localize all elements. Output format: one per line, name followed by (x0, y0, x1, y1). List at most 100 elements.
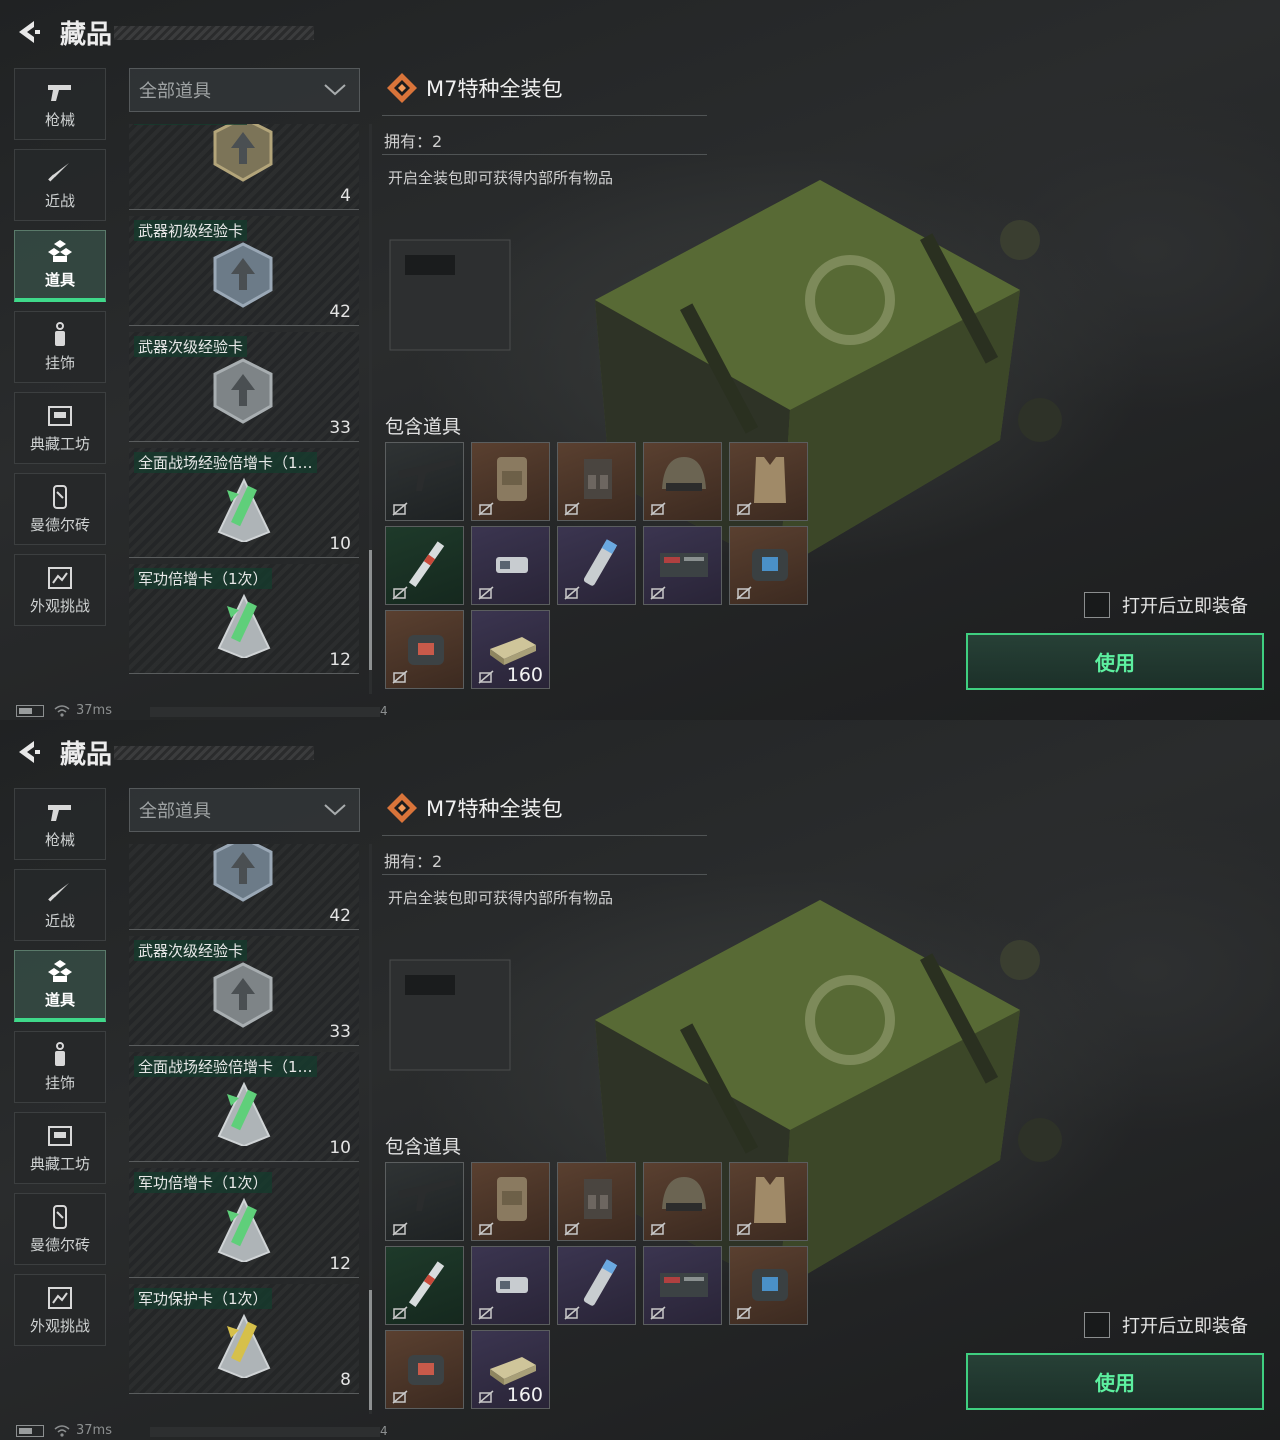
flashlight-icon (568, 1255, 628, 1311)
item-card[interactable]: 全面战场经验倍增卡（1… 10 (129, 1052, 359, 1162)
back-arrow-icon[interactable] (14, 738, 42, 766)
content-slot[interactable]: 160 (471, 1330, 550, 1409)
status-bar: 37ms (16, 703, 112, 718)
battery-icon (16, 1424, 44, 1437)
nav-item-mandel-brick[interactable]: 曼德尔砖 (14, 473, 106, 545)
content-slot[interactable] (471, 526, 550, 605)
nav-item-label: 曼德尔砖 (29, 1235, 90, 1254)
nav-item-label: 挂饰 (44, 353, 75, 372)
back-arrow-icon[interactable] (14, 18, 42, 46)
boost-card-icon (209, 1192, 277, 1264)
scrollbar-thumb[interactable] (369, 1290, 372, 1410)
nav-item-knife[interactable]: 近战 (14, 149, 106, 221)
nav-item-workshop[interactable]: 典藏工坊 (14, 392, 106, 464)
nav-item-mandel-brick[interactable]: 曼德尔砖 (14, 1193, 106, 1265)
content-slot[interactable]: 160 (471, 610, 550, 689)
item-card-count: 12 (329, 1254, 351, 1274)
unbound-icon (736, 585, 752, 600)
auto-equip-toggle[interactable]: 打开后立即装备 (1084, 1312, 1248, 1338)
appearance-challenge-icon (45, 1285, 75, 1311)
item-card[interactable]: 武器初级经验卡 42 (129, 216, 359, 326)
item-card-count: 12 (329, 650, 351, 670)
nav-item-appearance-challenge[interactable]: 外观挑战 (14, 1274, 106, 1346)
exp-card-icon (209, 124, 277, 184)
content-slot[interactable] (471, 442, 550, 521)
pistol-icon (45, 799, 75, 825)
content-slot[interactable] (643, 1246, 722, 1325)
workshop-icon (45, 1123, 75, 1149)
list-scrollbar[interactable] (369, 124, 372, 694)
unbound-icon (478, 1389, 494, 1404)
unbound-icon (478, 585, 494, 600)
use-button[interactable]: 使用 (966, 633, 1264, 690)
item-card[interactable]: 武器中级经验卡 4 (129, 124, 359, 210)
nav-item-label: 外观挑战 (29, 596, 90, 615)
content-slot[interactable] (643, 442, 722, 521)
unbound-icon (478, 1221, 494, 1236)
status-number: 4 (380, 704, 388, 718)
nav-item-pistol[interactable]: 枪械 (14, 788, 106, 860)
nav-item-label: 枪械 (44, 830, 75, 849)
content-slot[interactable] (729, 526, 808, 605)
content-slot[interactable] (557, 1246, 636, 1325)
auto-equip-checkbox[interactable] (1084, 592, 1110, 618)
list-scrollbar[interactable] (369, 844, 372, 1414)
scrollbar-thumb[interactable] (369, 550, 372, 670)
auto-equip-checkbox[interactable] (1084, 1312, 1110, 1338)
knife-icon (45, 880, 75, 906)
boost-card-icon (209, 472, 277, 544)
content-slot[interactable] (385, 442, 464, 521)
content-slot[interactable] (643, 526, 722, 605)
mandel-brick-icon (45, 484, 75, 510)
content-slot[interactable] (729, 1162, 808, 1241)
nav-item-pistol[interactable]: 枪械 (14, 68, 106, 140)
item-card[interactable]: 军功倍增卡（1次） 12 (129, 1168, 359, 1278)
item-card[interactable]: 武器次级经验卡 33 (129, 332, 359, 442)
item-card[interactable]: 全面战场经验倍增卡（1… 10 (129, 448, 359, 558)
content-slot[interactable] (385, 1330, 464, 1409)
item-card[interactable]: 武器次级经验卡 33 (129, 936, 359, 1046)
unbound-icon (736, 501, 752, 516)
appearance-challenge-icon (45, 565, 75, 591)
item-card[interactable]: 42 (129, 844, 359, 930)
nav-item-knife[interactable]: 近战 (14, 869, 106, 941)
nav-item-workshop[interactable]: 典藏工坊 (14, 1112, 106, 1184)
filter-dropdown[interactable]: 全部道具 (129, 788, 360, 832)
content-slot[interactable] (385, 610, 464, 689)
content-slot[interactable] (729, 1246, 808, 1325)
contents-heading: 包含道具 (385, 416, 462, 438)
content-slot[interactable] (385, 1246, 464, 1325)
content-slot[interactable] (557, 1162, 636, 1241)
item-card-count: 33 (329, 1022, 351, 1042)
content-slot[interactable] (557, 442, 636, 521)
content-slot[interactable] (471, 1162, 550, 1241)
unbound-icon (736, 1221, 752, 1236)
filter-dropdown[interactable]: 全部道具 (129, 68, 360, 112)
nav-item-charm[interactable]: 挂饰 (14, 1031, 106, 1103)
nav-item-label: 外观挑战 (29, 1316, 90, 1335)
chest-rig-icon (568, 1171, 628, 1227)
nav-item-charm[interactable]: 挂饰 (14, 311, 106, 383)
use-button[interactable]: 使用 (966, 1353, 1264, 1410)
mandel-brick-icon (45, 1204, 75, 1230)
nav-item-items[interactable]: 道具 (14, 950, 106, 1022)
exp-card-icon (209, 960, 277, 1030)
top-bar: 藏品 (14, 736, 314, 770)
nav-item-appearance-challenge[interactable]: 外观挑战 (14, 554, 106, 626)
auto-equip-toggle[interactable]: 打开后立即装备 (1084, 592, 1248, 618)
ping-value: 37ms (76, 703, 112, 718)
exp-card-icon (209, 844, 277, 904)
content-slot[interactable] (385, 526, 464, 605)
item-card[interactable]: 军功倍增卡（1次） 12 (129, 564, 359, 674)
nav-item-label: 典藏工坊 (29, 1154, 90, 1173)
nav-item-items[interactable]: 道具 (14, 230, 106, 302)
ping-value: 37ms (76, 1423, 112, 1438)
item-card-count: 42 (329, 302, 351, 322)
content-slot[interactable] (729, 442, 808, 521)
content-slot[interactable] (385, 1162, 464, 1241)
nav-item-label: 近战 (44, 911, 75, 930)
item-card[interactable]: 军功保护卡（1次） 8 (129, 1284, 359, 1394)
content-slot[interactable] (557, 526, 636, 605)
content-slot[interactable] (643, 1162, 722, 1241)
content-slot[interactable] (471, 1246, 550, 1325)
